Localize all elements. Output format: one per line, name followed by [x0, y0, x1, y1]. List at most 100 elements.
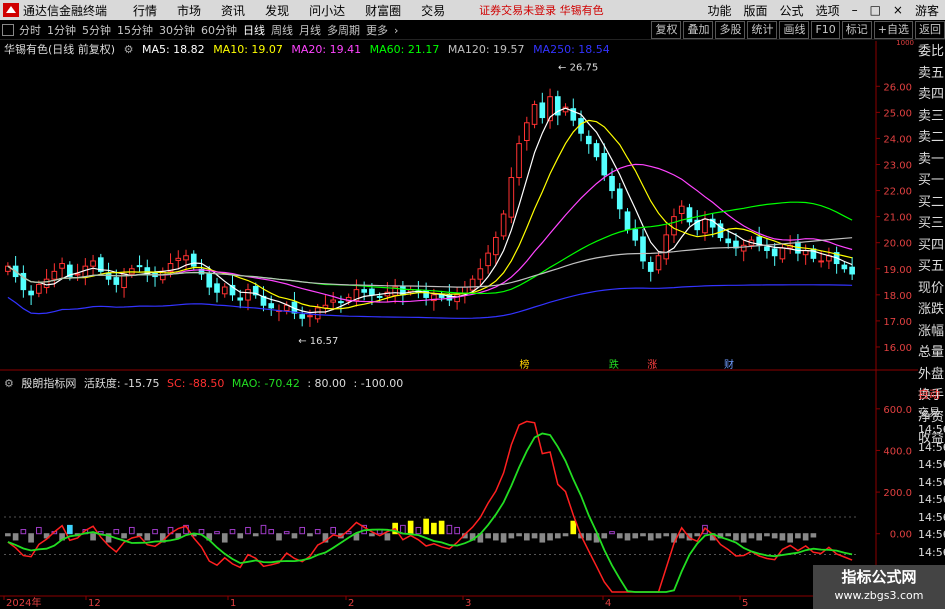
activity-bar	[113, 529, 120, 535]
activity-bar	[485, 533, 491, 539]
activity-bar	[237, 533, 244, 539]
candle-body	[539, 102, 546, 119]
price-tick-label: 25.00	[883, 108, 912, 119]
candle-body	[531, 104, 538, 125]
trade-item: 14:56	[918, 528, 945, 541]
candle-body	[338, 301, 344, 304]
sidebar-item[interactable]: 总量	[918, 342, 945, 364]
candle-body	[655, 255, 662, 271]
candle-body	[36, 283, 42, 294]
activity-bar	[632, 533, 639, 539]
sidebar-item[interactable]: 买一	[918, 170, 945, 192]
activity-bar	[493, 533, 499, 541]
activity-bar	[128, 526, 135, 535]
sc-line	[7, 420, 853, 593]
sidebar-item[interactable]: 卖一	[918, 149, 945, 171]
gear-icon[interactable]: ⚙	[4, 377, 14, 390]
activity-bar	[570, 520, 577, 535]
candle-body	[523, 122, 530, 142]
candle-body	[616, 188, 623, 210]
date-label: 2	[348, 598, 354, 609]
ma10-line	[7, 119, 853, 310]
activity-bar	[431, 522, 437, 535]
activity-bar	[508, 533, 515, 539]
activity-bar	[733, 533, 739, 541]
activity-bar	[640, 533, 646, 537]
activity-bar	[152, 529, 158, 535]
activity-bar	[601, 533, 608, 539]
ind-tick-label: 600.0	[883, 405, 912, 416]
sidebar-item[interactable]: 委比	[918, 41, 945, 63]
high-price-label: ← 26.75	[558, 63, 598, 74]
price-tick-label: 16.00	[883, 343, 912, 354]
sidebar-item[interactable]: 卖三	[918, 106, 945, 128]
low-price-label: ← 16.57	[298, 336, 338, 347]
candle-body	[314, 307, 321, 320]
activity-bar	[307, 533, 313, 537]
activity-bar	[299, 526, 306, 535]
sidebar-item[interactable]: 买三	[918, 213, 945, 235]
activity-bar	[678, 533, 685, 539]
candle-body	[500, 213, 507, 237]
sidebar-item[interactable]: 买五	[918, 256, 945, 278]
activity-bar	[655, 533, 662, 539]
candle-body	[136, 265, 143, 268]
v2-label: : -100.00	[353, 377, 404, 390]
sidebar-item[interactable]: 买二	[918, 192, 945, 214]
activity-bar	[20, 529, 27, 535]
activity-bar	[516, 533, 522, 537]
indicator-name[interactable]: 殷朗指标网	[21, 377, 76, 390]
activity-bar	[454, 526, 460, 535]
candle-body	[299, 314, 306, 319]
activity-label: 活跃度: -15.75	[83, 377, 160, 390]
activity-bar	[764, 533, 770, 537]
candle-body	[90, 260, 96, 267]
activity-bar	[523, 533, 530, 541]
sidebar-item[interactable]: 涨幅	[918, 321, 945, 343]
sidebar-item[interactable]: 卖四	[918, 84, 945, 106]
sidebar-item[interactable]: 现价	[918, 278, 945, 300]
activity-bar	[136, 533, 143, 537]
candle-body	[477, 268, 484, 280]
candle-body	[686, 207, 693, 223]
candle-body	[376, 295, 383, 298]
mao-line	[7, 432, 853, 593]
sidebar-item[interactable]: 买四	[918, 235, 945, 257]
price-tick-label: 20.00	[883, 239, 912, 250]
candle-body	[268, 303, 275, 309]
activity-bar	[5, 533, 11, 537]
trade-item: 14:56	[918, 545, 945, 559]
activity-bar	[245, 526, 251, 535]
trade-item: 14:56	[918, 493, 945, 506]
ind-tick-label: 400.0	[883, 446, 912, 457]
candle-body	[647, 262, 654, 272]
sidebar-item[interactable]: 涨跌	[918, 299, 945, 321]
trade-item: 14:56	[918, 423, 945, 436]
activity-bar	[554, 533, 561, 539]
date-label: 3	[465, 598, 471, 609]
candle-body	[725, 238, 732, 244]
activity-bar	[725, 533, 732, 537]
sidebar-item[interactable]: 外盘	[918, 364, 945, 386]
price-tick-label: 17.00	[883, 317, 912, 328]
activity-bar	[585, 533, 592, 541]
sidebar-item[interactable]: 卖五	[918, 63, 945, 85]
activity-bar	[647, 533, 654, 541]
activity-bar	[616, 533, 623, 539]
activity-bar	[144, 533, 151, 541]
ma20-line	[7, 163, 853, 303]
candle-body	[640, 236, 646, 262]
chart-area[interactable]: 26.0025.0024.0023.0022.0021.0020.0019.00…	[0, 0, 945, 609]
sidebar-item[interactable]: 卖二	[918, 127, 945, 149]
activity-bar	[214, 531, 220, 535]
candle-body	[516, 143, 522, 179]
candle-body	[221, 286, 228, 295]
activity-bar	[779, 533, 786, 541]
activity-bar	[314, 529, 321, 535]
activity-bar	[609, 531, 615, 535]
activity-bar	[802, 533, 809, 541]
candle-body	[779, 247, 786, 260]
activity-bar	[291, 533, 298, 539]
event-marker: 涨	[647, 359, 657, 371]
activity-bar	[28, 533, 34, 543]
